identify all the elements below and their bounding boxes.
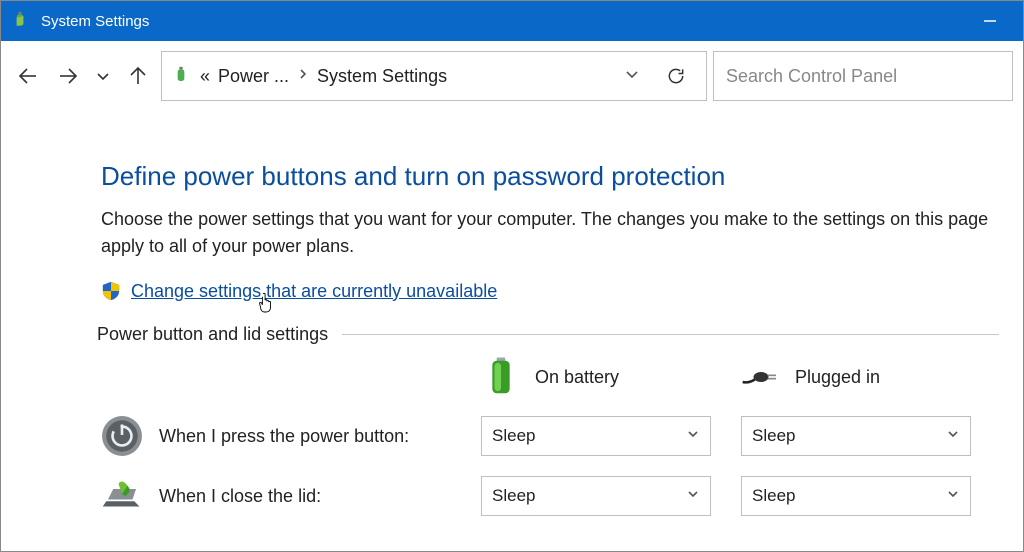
power-button-label: When I press the power button: (159, 426, 409, 447)
app-icon (9, 10, 31, 32)
power-button-icon (101, 415, 143, 457)
power-button-plugged-dropdown[interactable]: Sleep (741, 416, 971, 456)
breadcrumb-current[interactable]: System Settings (317, 66, 447, 87)
column-headers: On battery Plugged in (101, 357, 999, 397)
change-settings-row: Change settings that are currently unava… (101, 280, 999, 302)
change-settings-link[interactable]: Change settings that are currently unava… (131, 281, 497, 302)
power-button-battery-dropdown[interactable]: Sleep (481, 416, 711, 456)
breadcrumb-icon (170, 65, 192, 87)
breadcrumb-parent[interactable]: Power ... (218, 66, 289, 87)
navigation-toolbar: « Power ... System Settings (1, 41, 1023, 111)
power-button-battery-value: Sleep (492, 426, 535, 446)
page-description: Choose the power settings that you want … (101, 206, 999, 260)
close-lid-label: When I close the lid: (159, 486, 321, 507)
section-label: Power button and lid settings (97, 324, 328, 345)
plugged-in-label: Plugged in (795, 367, 880, 388)
power-button-row: When I press the power button: Sleep Sle… (101, 415, 999, 457)
refresh-button[interactable] (654, 66, 698, 86)
back-button[interactable] (11, 59, 45, 93)
chevron-down-icon (686, 486, 700, 506)
up-button[interactable] (121, 59, 155, 93)
page-heading: Define power buttons and turn on passwor… (101, 161, 999, 192)
laptop-lid-icon (101, 475, 143, 517)
power-button-plugged-value: Sleep (752, 426, 795, 446)
close-lid-battery-dropdown[interactable]: Sleep (481, 476, 711, 516)
close-lid-plugged-dropdown[interactable]: Sleep (741, 476, 971, 516)
search-input[interactable] (726, 66, 1000, 87)
on-battery-column-header: On battery (481, 357, 741, 397)
chevron-down-icon (946, 486, 960, 506)
uac-shield-icon (101, 281, 121, 301)
chevron-right-icon (297, 67, 309, 85)
minimize-button[interactable] (965, 1, 1015, 41)
battery-icon (481, 357, 521, 397)
close-lid-battery-value: Sleep (492, 486, 535, 506)
breadcrumb-bar[interactable]: « Power ... System Settings (161, 51, 707, 101)
plug-icon (741, 357, 781, 397)
title-bar: System Settings (1, 1, 1023, 41)
breadcrumb-truncate[interactable]: « (200, 66, 210, 87)
chevron-down-icon (946, 426, 960, 446)
section-header: Power button and lid settings (97, 324, 999, 345)
chevron-down-icon (686, 426, 700, 446)
on-battery-label: On battery (535, 367, 619, 388)
recent-dropdown[interactable] (91, 59, 115, 93)
cursor-hand-icon (257, 292, 275, 314)
window-title: System Settings (41, 13, 965, 30)
forward-button[interactable] (51, 59, 85, 93)
breadcrumb-history-dropdown[interactable] (618, 66, 646, 87)
close-lid-plugged-value: Sleep (752, 486, 795, 506)
search-box[interactable] (713, 51, 1013, 101)
plugged-in-column-header: Plugged in (741, 357, 1001, 397)
close-lid-row: When I close the lid: Sleep Sleep (101, 475, 999, 517)
content-area: Define power buttons and turn on passwor… (1, 111, 1023, 517)
section-divider (342, 334, 999, 335)
